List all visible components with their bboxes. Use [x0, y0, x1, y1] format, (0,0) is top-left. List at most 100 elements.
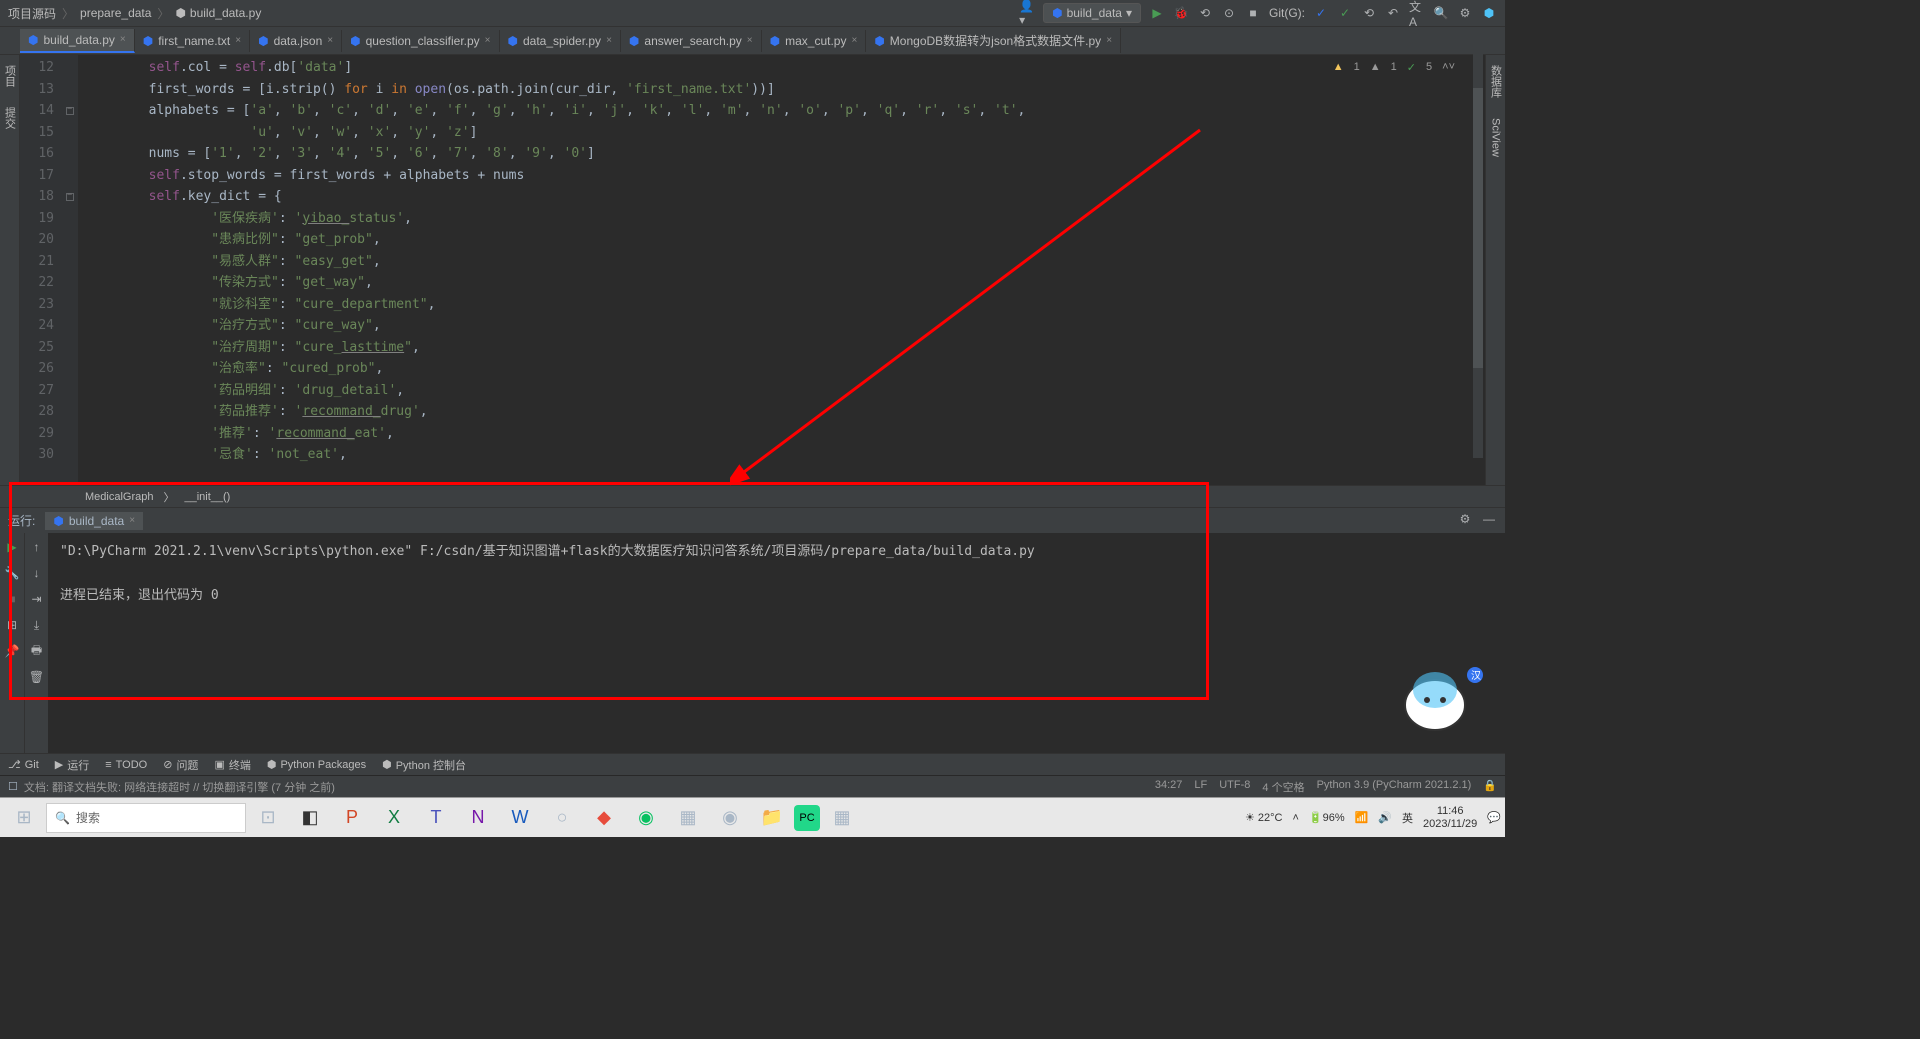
commit-tool-button[interactable]: 提交	[2, 107, 18, 129]
code-line[interactable]: "传染方式": "get_way",	[86, 272, 1485, 294]
close-icon[interactable]: ×	[851, 35, 857, 46]
app-icon[interactable]: ▦	[822, 799, 862, 837]
cursor-position[interactable]: 34:27	[1155, 779, 1183, 795]
word-icon[interactable]: W	[500, 799, 540, 837]
editor-tab[interactable]: ⬢answer_search.py×	[621, 30, 762, 52]
run-tab[interactable]: ⬢ build_data ×	[45, 512, 143, 530]
problems-tool-button[interactable]: ⊘ 问题	[163, 757, 198, 773]
battery-icon[interactable]: 🔋96%	[1309, 811, 1345, 824]
close-icon[interactable]: ×	[1106, 35, 1112, 46]
line-separator[interactable]: LF	[1194, 779, 1207, 795]
fold-gutter[interactable]	[62, 55, 78, 485]
editor-tab[interactable]: ⬢first_name.txt×	[135, 30, 250, 52]
breadcrumb-class[interactable]: MedicalGraph	[85, 491, 153, 503]
volume-icon[interactable]: 🔊	[1378, 811, 1392, 824]
translate-icon[interactable]: 文A	[1409, 5, 1425, 21]
editor-tab[interactable]: ⬢max_cut.py×	[762, 30, 867, 52]
gear-icon[interactable]: ⚙	[1457, 511, 1473, 527]
fold-icon[interactable]	[66, 107, 74, 115]
code-line[interactable]: "患病比例": "get_prob",	[86, 229, 1485, 251]
clock-date[interactable]: 2023/11/29	[1423, 818, 1477, 831]
debug-button[interactable]: 🐞	[1173, 5, 1189, 21]
coverage-button[interactable]: ⟲	[1197, 5, 1213, 21]
clock-time[interactable]: 11:46	[1423, 805, 1477, 818]
terminal-tool-button[interactable]: ▣ 终端	[214, 757, 250, 773]
breadcrumb-method[interactable]: __init__()	[184, 491, 230, 503]
task-view-icon[interactable]: ⊡	[248, 799, 288, 837]
layout-icon[interactable]: ⊞	[4, 617, 20, 633]
tray-chevron-icon[interactable]: ˄	[1292, 812, 1298, 824]
pycharm-icon[interactable]: PC	[794, 805, 820, 831]
breadcrumb[interactable]: 项目源码 〉 prepare_data 〉 ⬢ build_data.py	[8, 5, 1019, 22]
code-line[interactable]: '药品明细': 'drug_detail',	[86, 380, 1485, 402]
vertical-scrollbar[interactable]	[1473, 28, 1483, 458]
windows-search[interactable]: 🔍 搜索	[46, 803, 246, 833]
left-tool-stripe[interactable]: 项目 提交	[0, 55, 20, 485]
code-line[interactable]: self.stop_words = first_words + alphabet…	[86, 165, 1485, 187]
editor-tab[interactable]: ⬢data.json×	[250, 30, 342, 52]
code-editor[interactable]: 12131415161718192021222324252627282930 s…	[20, 55, 1485, 485]
rerun-button[interactable]: ▶	[4, 539, 20, 555]
wechat-icon[interactable]: ◉	[626, 799, 666, 837]
code-line[interactable]: '忌食': 'not_eat',	[86, 444, 1485, 466]
close-icon[interactable]: ×	[606, 35, 612, 46]
project-tool-button[interactable]: 项目	[2, 65, 18, 87]
git-rollback-icon[interactable]: ↶	[1385, 5, 1401, 21]
code-line[interactable]: 'u', 'v', 'w', 'x', 'y', 'z']	[86, 122, 1485, 144]
down-arrow-icon[interactable]: ↓	[29, 565, 45, 581]
code-content[interactable]: self.col = self.db['data'] first_words =…	[78, 55, 1485, 485]
editor-tab[interactable]: ⬢question_classifier.py×	[342, 30, 499, 52]
editor-tab[interactable]: ⬢MongoDB数据转为json格式数据文件.py×	[866, 28, 1121, 53]
code-line[interactable]: first_words = [i.strip() for i in open(o…	[86, 79, 1485, 101]
code-line[interactable]: self.col = self.db['data']	[86, 57, 1485, 79]
packages-tool-button[interactable]: ⬢ Python Packages	[267, 758, 366, 771]
soft-wrap-icon[interactable]: ⇥	[29, 591, 45, 607]
code-line[interactable]: alphabets = ['a', 'b', 'c', 'd', 'e', 'f…	[86, 100, 1485, 122]
breadcrumb-folder[interactable]: prepare_data	[80, 6, 151, 20]
up-arrow-icon[interactable]: ↑	[29, 539, 45, 555]
python-interpreter[interactable]: Python 3.9 (PyCharm 2021.2.1)	[1317, 779, 1472, 795]
app-icon[interactable]: ◆	[584, 799, 624, 837]
run-console-output[interactable]: "D:\PyCharm 2021.2.1\venv\Scripts\python…	[48, 533, 1505, 753]
print-icon[interactable]: 🖶	[29, 643, 45, 659]
indent-setting[interactable]: 4 个空格	[1262, 779, 1304, 795]
close-icon[interactable]: ×	[120, 34, 126, 45]
settings-icon[interactable]: ⚙	[1457, 5, 1473, 21]
wrench-icon[interactable]: 🔧	[4, 565, 20, 581]
code-line[interactable]: '推荐': 'recommand_eat',	[86, 423, 1485, 445]
run-configuration-selector[interactable]: ⬢ build_data ▾	[1043, 3, 1141, 23]
git-tool-button[interactable]: ⎇ Git	[8, 758, 39, 771]
code-line[interactable]: '医保疾病': 'yibao_status',	[86, 208, 1485, 230]
ime-icon[interactable]: 英	[1402, 810, 1413, 826]
code-line[interactable]: "治愈率": "cured_prob",	[86, 358, 1485, 380]
run-button[interactable]: ▶	[1149, 5, 1165, 21]
app-icon[interactable]: ○	[542, 799, 582, 837]
code-line[interactable]: self.key_dict = {	[86, 186, 1485, 208]
stop-button[interactable]: ■	[4, 591, 20, 607]
code-breadcrumbs[interactable]: MedicalGraph 〉 __init__()	[0, 485, 1505, 507]
editor-tab[interactable]: ⬢build_data.py×	[20, 29, 135, 53]
teams-icon[interactable]: T	[416, 799, 456, 837]
start-button[interactable]: ⊞	[4, 799, 44, 837]
close-icon[interactable]: ×	[129, 515, 135, 526]
code-line[interactable]: "治疗方式": "cure_way",	[86, 315, 1485, 337]
code-line[interactable]: "就诊科室": "cure_department",	[86, 294, 1485, 316]
code-line[interactable]: '药品推荐': 'recommand_drug',	[86, 401, 1485, 423]
stop-button[interactable]: ■	[1245, 5, 1261, 21]
code-line[interactable]: "治疗周期": "cure_lasttime",	[86, 337, 1485, 359]
chevron-up-down-icon[interactable]: ˄˅	[1442, 61, 1455, 74]
file-encoding[interactable]: UTF-8	[1219, 779, 1250, 795]
scrollbar-thumb[interactable]	[1473, 88, 1483, 368]
git-history-icon[interactable]: ⟲	[1361, 5, 1377, 21]
pin-icon[interactable]: 📌	[4, 643, 20, 659]
shield-icon[interactable]: ⬢	[1481, 5, 1497, 21]
lock-icon[interactable]: 🔒	[1483, 779, 1497, 795]
close-icon[interactable]: ×	[327, 35, 333, 46]
search-icon[interactable]: 🔍	[1433, 5, 1449, 21]
wifi-icon[interactable]: 📶	[1355, 811, 1369, 824]
editor-tab[interactable]: ⬢data_spider.py×	[500, 30, 621, 52]
explorer-icon[interactable]: 📁	[752, 799, 792, 837]
right-tool-stripe[interactable]: 数据库 SciView	[1485, 55, 1505, 485]
app-icon[interactable]: ◧	[290, 799, 330, 837]
breadcrumb-file[interactable]: build_data.py	[190, 6, 261, 20]
